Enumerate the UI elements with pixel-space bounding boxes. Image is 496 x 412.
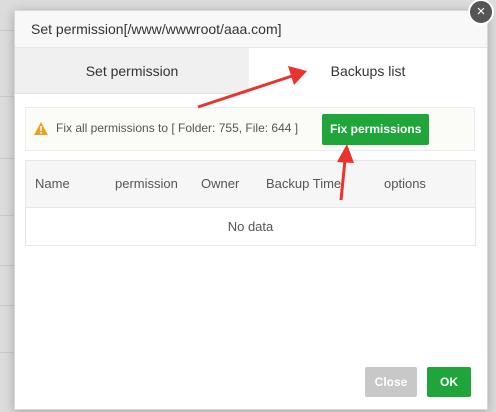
close-button[interactable]: Close: [365, 367, 417, 397]
dialog-title: Set permission[/www/wwwroot/aaa.com]: [15, 11, 487, 48]
column-header-name: Name: [35, 176, 70, 191]
column-header-options: options: [384, 176, 426, 191]
table-header: Name permission Owner Backup Time option…: [26, 161, 475, 208]
column-header-owner: Owner: [201, 176, 240, 191]
warning-icon: [34, 122, 48, 135]
backups-table: Name permission Owner Backup Time option…: [25, 160, 476, 246]
notice-text: Fix all permissions to [ Folder: 755, Fi…: [56, 121, 299, 135]
permission-notice: Fix all permissions to [ Folder: 755, Fi…: [25, 107, 475, 151]
fix-permissions-button[interactable]: Fix permissions: [322, 114, 430, 145]
tab-bar: Set permission Backups list: [15, 48, 487, 94]
ok-button[interactable]: OK: [427, 367, 471, 397]
permission-dialog: Set permission[/www/wwwroot/aaa.com] × S…: [14, 0, 494, 410]
empty-table-message: No data: [227, 219, 274, 234]
tab-backups-list[interactable]: Backups list: [249, 48, 487, 94]
close-icon[interactable]: ×: [468, 0, 494, 25]
column-header-permission: permission: [115, 176, 178, 191]
column-header-backup-time: Backup Time: [266, 176, 342, 191]
tab-set-permission[interactable]: Set permission: [15, 48, 249, 94]
